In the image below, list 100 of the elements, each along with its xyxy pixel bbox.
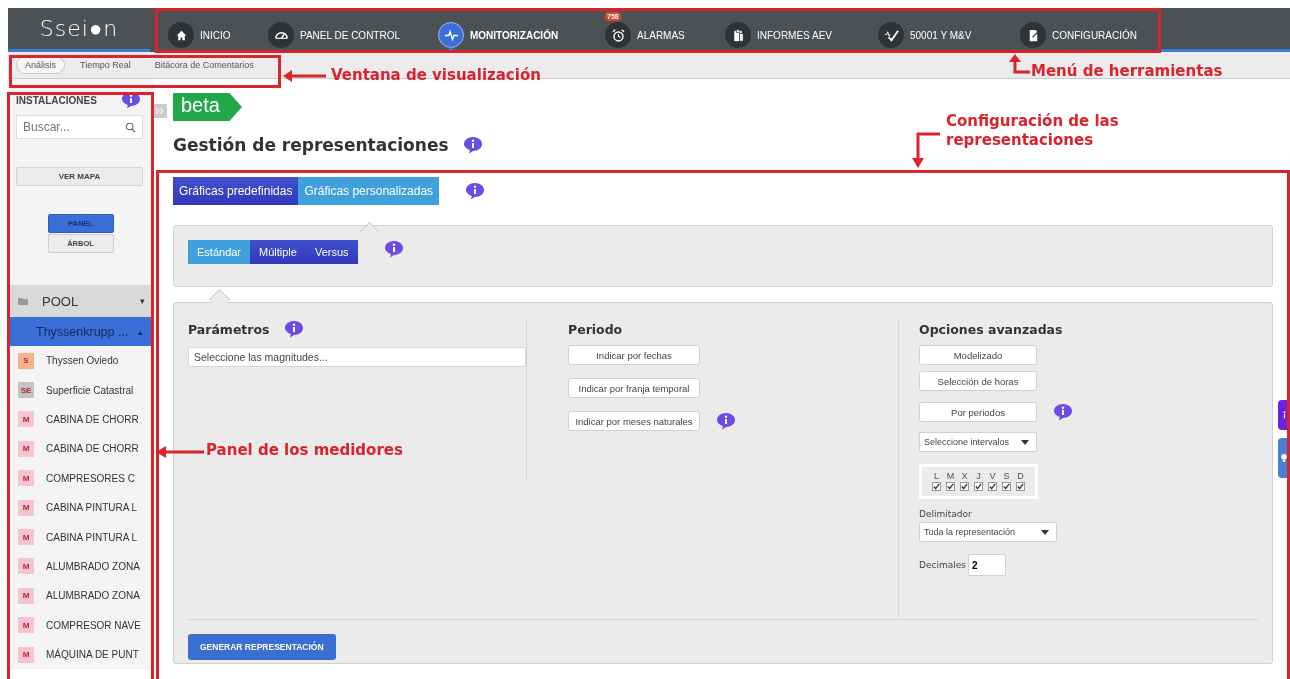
info-icon[interactable]	[462, 136, 483, 154]
weekday-label: X	[961, 472, 968, 481]
weekday-label: J	[976, 472, 981, 481]
nav-item[interactable]: MONITORIZACIÓN	[438, 22, 559, 48]
meter-item[interactable]: M ALUMBRADO ZONA	[8, 581, 153, 611]
delimiter-select[interactable]: Toda la representación	[919, 522, 1057, 542]
beta-tag: beta	[173, 93, 242, 121]
nav-item[interactable]: PANEL DE CONTROL	[268, 22, 401, 48]
generate-button[interactable]: GENERAR REPRESENTACIÓN	[188, 634, 336, 660]
weekday-label: L	[934, 472, 939, 481]
nav-item[interactable]: 50001 Y M&V	[878, 22, 972, 48]
interval-select[interactable]: Seleccione intervalos	[919, 432, 1037, 452]
meter-item[interactable]: M COMPRESOR NAVE	[8, 610, 153, 640]
caret: ▴	[138, 326, 143, 337]
weekday-checkbox[interactable]	[960, 482, 969, 491]
info-icon[interactable]	[465, 182, 486, 200]
meter-label: ALUMBRADO ZONA	[46, 560, 140, 572]
meter-type-tag: M	[18, 646, 34, 663]
info-icon[interactable]	[283, 320, 304, 338]
meter-type-tag: M	[18, 470, 34, 487]
mode-tab[interactable]: Versus	[305, 240, 358, 264]
magnitudes-field[interactable]: Seleccione las magnitudes...	[188, 347, 526, 367]
info-icon[interactable]	[1053, 403, 1073, 421]
weekday-checkbox[interactable]	[974, 482, 983, 491]
nav-label: 50001 Y M&V	[910, 29, 972, 41]
lightbulb-icon	[1280, 453, 1288, 463]
meter-label: MÁQUINA DE PUNT	[46, 649, 139, 661]
callout-arrow	[283, 69, 327, 83]
meter-label: Superficie Catastral	[46, 384, 134, 396]
weekday-label: D	[1017, 472, 1024, 481]
callout-label: Panel de los medidores	[206, 441, 403, 459]
period-button[interactable]: Indicar por meses naturales	[568, 411, 700, 431]
view-tab[interactable]: Bitácora de Comentarios	[145, 56, 263, 74]
callout-arrow	[1008, 54, 1030, 76]
meter-label: ALUMBRADO ZONA	[46, 590, 140, 602]
period-button[interactable]: Indicar por franja temporal	[568, 378, 700, 398]
callout-arrow	[156, 445, 204, 459]
weekday-checkbox[interactable]	[932, 482, 941, 491]
decimals-label: Decimales	[919, 560, 966, 570]
nav-label: CONFIGURACIÓN	[1052, 29, 1137, 41]
meter-type-tag: M	[18, 440, 34, 457]
chart-type-tab[interactable]: Gráficas predefinidas	[173, 177, 299, 205]
callout-label: Ventana de visualización	[331, 66, 541, 84]
section-heading: Periodo	[568, 321, 623, 337]
meter-type-tag: M	[18, 617, 34, 634]
meter-label: COMPRESORES C	[46, 472, 135, 484]
caret-down-icon	[1041, 529, 1049, 535]
nav-label: ALARMAS	[637, 29, 685, 41]
meter-item[interactable]: M MÁQUINA DE PUNT	[8, 639, 153, 669]
nav-label: PANEL DE CONTROL	[300, 29, 401, 41]
meter-type-tag: M	[18, 558, 34, 575]
nav-item[interactable]: INICIO	[168, 22, 231, 48]
tree-label: Thyssenkrupp ...	[36, 324, 130, 339]
meter-label: CABINA PINTURA L	[46, 531, 138, 543]
mode-tab[interactable]: Múltiple	[250, 240, 306, 264]
info-icon	[1282, 411, 1286, 419]
nav-item[interactable]: CONFIGURACIÓN	[1020, 22, 1137, 48]
weekday-label: V	[989, 472, 996, 481]
view-tab[interactable]: Tiempo Real	[71, 56, 140, 74]
weekday-label: M	[946, 472, 955, 481]
nav-label: INFORMES AEV	[757, 29, 832, 41]
callout-label: Configuración de las representaciones	[946, 112, 1120, 150]
page-title: Gestión de representaciones	[173, 135, 449, 155]
search-icon[interactable]	[125, 122, 136, 133]
meter-item[interactable]: S Thyssen Oviedo	[8, 346, 153, 376]
period-button[interactable]: Indicar por fechas	[568, 345, 700, 365]
info-icon[interactable]	[716, 412, 736, 430]
search-field[interactable]: Buscar...	[16, 115, 143, 139]
meter-label: Thyssen Oviedo	[46, 355, 119, 367]
option-button[interactable]: Selección de horas	[919, 371, 1037, 391]
nav-item[interactable]: ALARMAS	[605, 22, 685, 48]
tree-group[interactable]: POOL ▾	[8, 285, 153, 317]
meter-type-tag: M	[18, 587, 34, 604]
meter-item[interactable]: M CABINA DE CHORR	[8, 434, 153, 464]
sidebar-title: INSTALACIONES	[16, 94, 97, 106]
option-button[interactable]: Modelizado	[919, 345, 1037, 365]
nav-item[interactable]: INFORMES AEV	[725, 22, 832, 48]
decimals-field[interactable]: 2	[967, 554, 1006, 576]
info-icon[interactable]	[383, 240, 404, 258]
nav-label: MONITORIZACIÓN	[470, 29, 559, 41]
callout-label: Menú de herramientas	[1031, 62, 1223, 80]
delimiter-label: Delimitador	[919, 509, 973, 519]
weekday-checkbox[interactable]	[988, 482, 997, 491]
meter-label: CABINA DE CHORR	[46, 413, 139, 425]
meter-item[interactable]: SE Superficie Catastral	[8, 375, 153, 405]
meter-item[interactable]: M CABINA PINTURA L	[8, 522, 153, 552]
meter-item[interactable]: M COMPRESORES C	[8, 463, 153, 493]
meter-type-tag: SE	[18, 382, 34, 399]
weekday-checkbox[interactable]	[946, 482, 955, 491]
meter-item[interactable]: M CABINA PINTURA L	[8, 492, 153, 523]
caret: ▾	[140, 296, 145, 306]
meter-label: COMPRESOR NAVE	[46, 619, 141, 631]
weekday-checkbox[interactable]	[1002, 482, 1011, 491]
weekday-label: S	[1003, 472, 1010, 481]
weekday-checkbox[interactable]	[1016, 482, 1025, 491]
meter-item[interactable]: M ALUMBRADO ZONA	[8, 551, 153, 582]
meter-item[interactable]: M CABINA DE CHORR	[8, 404, 153, 435]
map-button[interactable]: VER MAPA	[16, 167, 143, 186]
meter-label: CABINA DE CHORR	[46, 443, 139, 455]
option-button[interactable]: Por periodos	[919, 402, 1037, 422]
